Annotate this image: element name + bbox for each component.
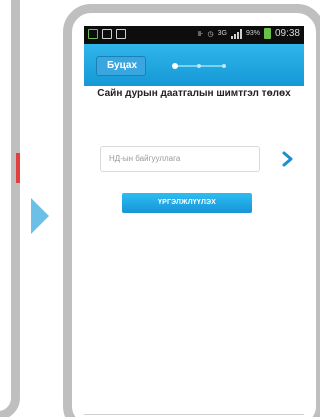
page-title: Сайн дурын даатгалын шимтгэл төлөх: [97, 88, 291, 99]
stage: ⊪ ◷ 3G 93% 09:38 Буцах Сайн дурын даатга…: [0, 0, 320, 417]
previous-screen-marker: [16, 153, 20, 183]
battery-percent: 93%: [245, 30, 260, 37]
organization-input-row: НД-ын байгууллага: [100, 146, 298, 172]
download-notification-icon: [88, 29, 98, 39]
progress-step-2-dot: [197, 64, 201, 68]
alarm-icon: ◷: [207, 30, 214, 38]
progress-step-1-dot: [172, 63, 178, 69]
network-type-label: 3G: [217, 30, 227, 37]
progress-step-3-dot: [222, 64, 226, 68]
mail-notification-icon: [116, 29, 126, 39]
back-button[interactable]: Буцах: [96, 56, 147, 76]
bottom-divider: [84, 414, 304, 415]
status-bar: ⊪ ◷ 3G 93% 09:38: [84, 26, 304, 44]
phone-screen: ⊪ ◷ 3G 93% 09:38 Буцах Сайн дурын даатга…: [84, 26, 304, 417]
clock: 09:38: [274, 28, 300, 39]
battery-icon: [263, 28, 271, 39]
previous-screen-frame: [0, 0, 20, 417]
image-notification-icon: [102, 29, 112, 39]
signal-strength-icon: [230, 28, 242, 39]
notification-icons: [88, 29, 126, 39]
header-bar: Буцах: [84, 44, 304, 86]
vibrate-icon: ⊪: [197, 30, 204, 38]
organization-input[interactable]: НД-ын байгууллага: [100, 146, 260, 172]
chevron-right-icon[interactable]: [280, 150, 296, 168]
step-progress-indicator: [172, 63, 228, 69]
next-step-arrow-icon: [31, 198, 49, 234]
status-info: ⊪ ◷ 3G 93% 09:38: [197, 28, 300, 39]
continue-button[interactable]: ҮРГЭЛЖЛҮҮЛЭХ: [122, 193, 252, 213]
